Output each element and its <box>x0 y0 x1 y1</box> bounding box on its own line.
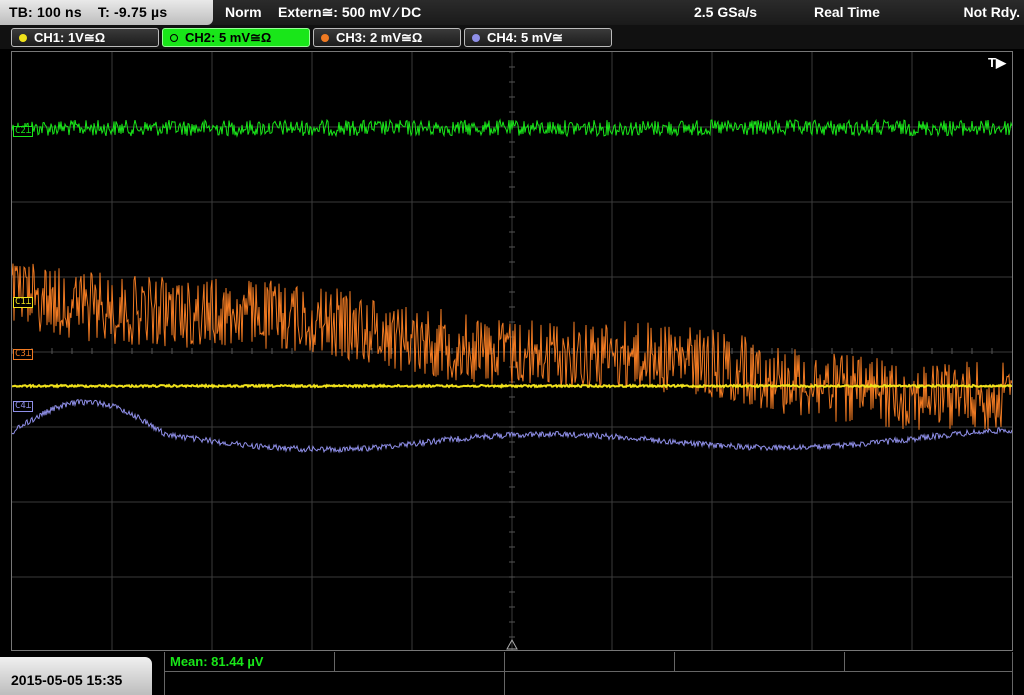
acquisition-mode[interactable]: Real Time <box>814 4 880 20</box>
measurement-cell[interactable] <box>334 652 504 672</box>
trigger-offset-label: T: -9.75 µs <box>97 4 168 20</box>
channel-2-ground-marker[interactable]: C2⊥ <box>13 126 34 137</box>
measurement-bar: Mean: 81.44 µV <box>164 652 1013 695</box>
channel-4-dot-icon <box>472 34 480 42</box>
channel-tabs: CH1: 1V≅Ω CH2: 5 mV≅Ω CH3: 2 mV≅Ω CH4: 5… <box>0 25 1024 49</box>
measurement-cell[interactable] <box>844 652 1013 672</box>
trigger-mode[interactable]: Norm <box>225 4 262 20</box>
channel-4-ground-marker[interactable]: C4⊥ <box>13 401 34 412</box>
timebase-box[interactable]: TB: 100 ns T: -9.75 µs <box>0 0 213 25</box>
date-time: 2015-05-05 15:35 <box>0 657 152 695</box>
sample-rate[interactable]: 2.5 GSa/s <box>694 4 757 20</box>
waveform-display[interactable]: C2⊥ C1⊥ C3⊥ C4⊥ T▶ <box>11 51 1013 651</box>
channel-2-label: CH2: 5 mV≅Ω <box>185 30 272 45</box>
channel-3-tab[interactable]: CH3: 2 mV≅Ω <box>313 28 461 47</box>
measurement-cell[interactable] <box>164 672 504 695</box>
channel-1-tab[interactable]: CH1: 1V≅Ω <box>11 28 159 47</box>
mean-measurement: Mean: 81.44 µV <box>170 654 264 669</box>
trigger-source[interactable]: Extern≅: 500 mV ⁄ DC <box>278 4 421 21</box>
channel-4-tab[interactable]: CH4: 5 mV≅ <box>464 28 612 47</box>
channel-1-dot-icon <box>19 34 27 42</box>
measurement-cell[interactable] <box>504 672 1013 695</box>
trigger-position-marker[interactable]: T▶ <box>988 55 1006 71</box>
channel-2-tab[interactable]: CH2: 5 mV≅Ω <box>162 28 310 47</box>
channel-3-ground-marker[interactable]: C3⊥ <box>13 349 34 360</box>
measurement-cell[interactable] <box>504 652 674 672</box>
trigger-status: Not Rdy. <box>963 4 1020 20</box>
channel-3-dot-icon <box>321 34 329 42</box>
channel-1-ground-marker[interactable]: C1⊥ <box>13 297 34 308</box>
channel-1-label: CH1: 1V≅Ω <box>34 30 106 45</box>
waveform-canvas <box>12 52 1012 650</box>
channel-3-label: CH3: 2 mV≅Ω <box>336 30 423 45</box>
measurement-cell[interactable] <box>674 652 844 672</box>
channel-2-dot-icon <box>170 34 178 42</box>
channel-4-label: CH4: 5 mV≅ <box>487 30 563 45</box>
graticule <box>12 52 1012 650</box>
timebase-label: TB: 100 ns <box>9 4 82 20</box>
status-bar: TB: 100 ns T: -9.75 µs Norm Extern≅: 500… <box>0 0 1024 25</box>
measurement-cell[interactable]: Mean: 81.44 µV <box>164 652 334 672</box>
